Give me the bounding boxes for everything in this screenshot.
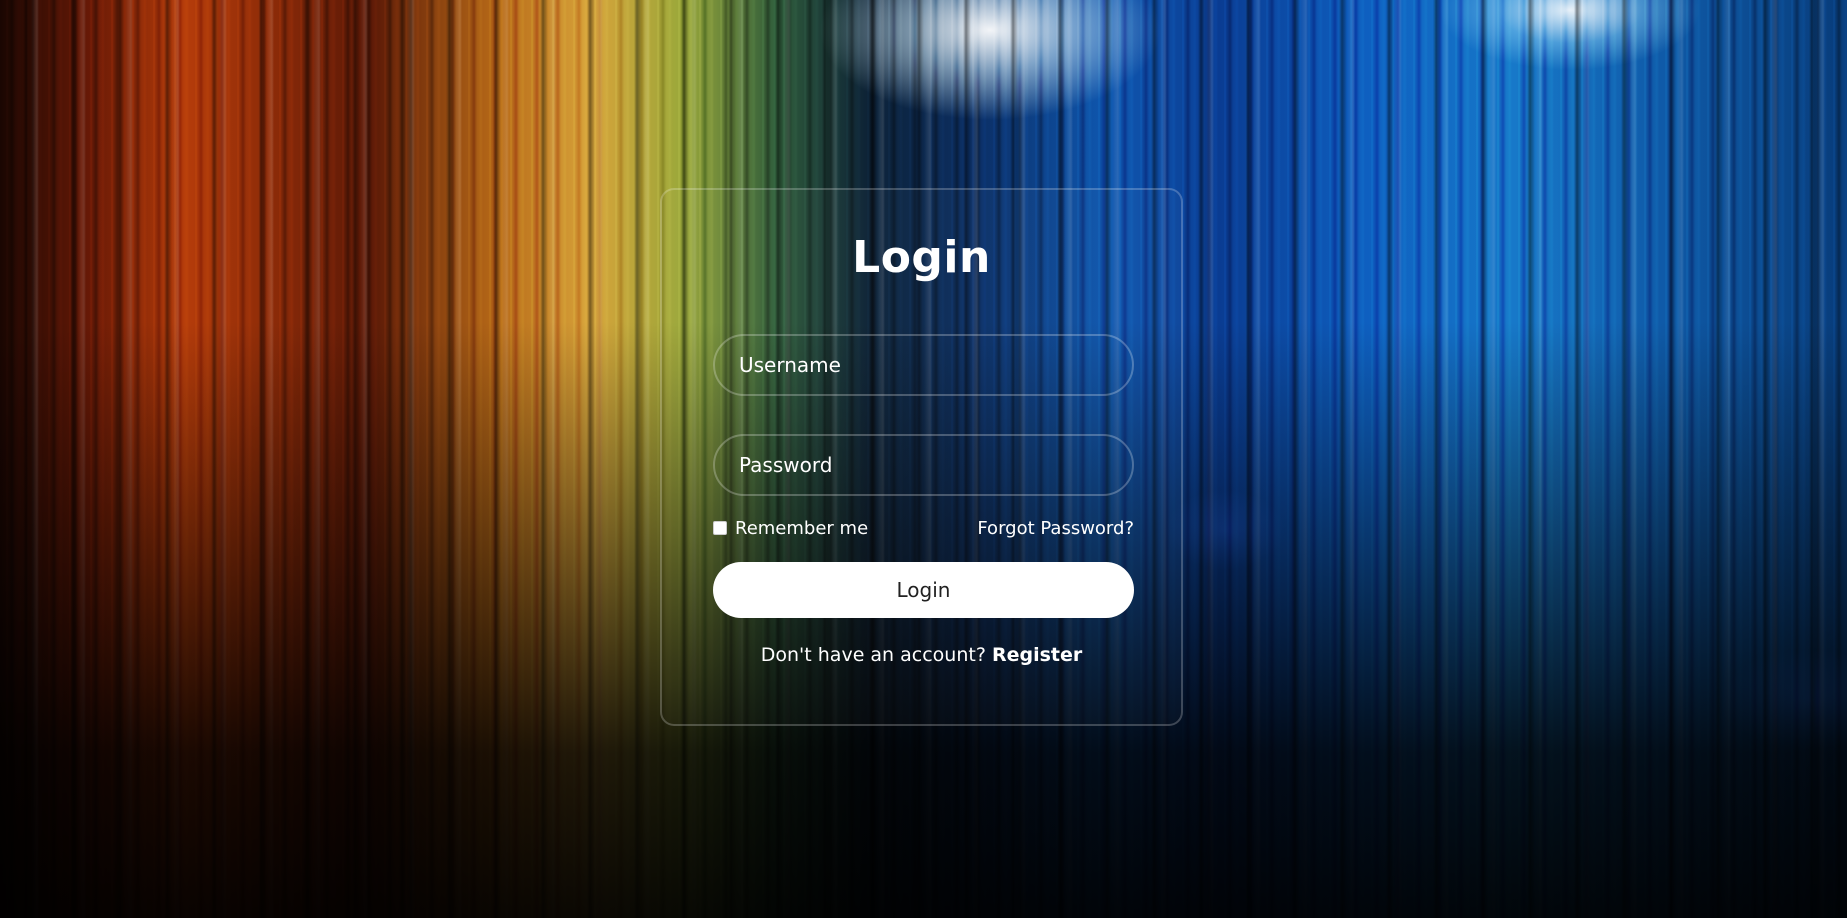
username-field[interactable] [713,334,1134,396]
password-input[interactable] [739,436,1132,494]
remember-me-label: Remember me [735,517,869,539]
login-title: Login [852,232,991,283]
username-input[interactable] [739,336,1132,394]
register-prompt-text: Don't have an account? [760,644,992,666]
password-field[interactable] [713,434,1134,496]
login-form: Login Remember me Forgot Password? Login… [660,188,1183,726]
register-link[interactable]: Register [992,644,1082,666]
remember-me-checkbox[interactable] [713,521,727,535]
login-button[interactable]: Login [713,562,1134,618]
remember-forgot-row: Remember me Forgot Password? [713,516,1134,540]
forgot-password-link[interactable]: Forgot Password? [977,518,1134,539]
remember-me[interactable]: Remember me [713,518,868,539]
register-prompt: Don't have an account? Register [662,644,1181,666]
